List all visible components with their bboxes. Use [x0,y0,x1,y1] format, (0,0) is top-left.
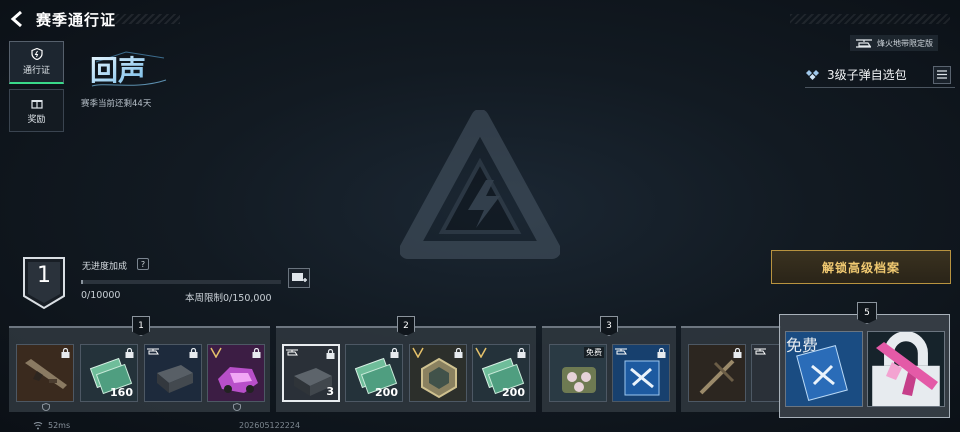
tab-rewards-label: 奖励 [27,114,46,125]
reward-card-partial[interactable] [751,344,781,402]
reward-card-vehicle[interactable] [207,344,265,402]
tab-rewards[interactable]: 奖励 [9,89,64,132]
lock-icon [189,348,198,358]
ping-text: 52ms [48,421,71,430]
decorative-stripe [110,14,180,24]
helicopter-icon [754,348,766,355]
reward-card-ticket[interactable]: 160 [80,344,138,402]
reward-card-gear[interactable]: 免费 [549,344,607,402]
unlock-premium-button[interactable]: 解锁高级档案 [771,250,951,284]
edition-tag: 烽火地带限定版 [850,35,938,51]
shield-badge-icon [233,403,241,411]
delta-emblem-icon [400,110,560,259]
medal-icon [421,357,457,399]
shield-badge-icon [42,403,50,411]
pass-shield-icon [30,48,43,60]
lock-icon [454,348,463,358]
boost-status: 无进度加成 [82,262,128,272]
boost-card-icon [292,273,307,282]
back-arrow-icon[interactable] [8,9,28,29]
crossbow-icon [699,359,735,395]
diamond-cluster-icon [806,69,819,80]
reward-card-case[interactable] [144,344,202,402]
season-logo: 回声 [90,51,167,87]
page-title: 赛季通行证 [36,11,117,29]
lock-icon [61,348,70,358]
help-icon[interactable]: ? [137,258,149,270]
reward-quantity: 200 [502,386,525,399]
edition-label: 烽火地带限定版 [877,38,933,48]
list-icon[interactable] [933,65,951,84]
progress-text: 0/10000 [81,290,121,301]
featured-card-blue[interactable]: 免费 [785,331,863,407]
weapon-card-icon [796,344,848,402]
rifle-icon [25,359,67,389]
tab-pass-label: 通行证 [22,66,50,76]
weekly-limit-text: 本周限制0/150,000 [185,293,272,304]
gift-icon [30,99,43,109]
build-id-text: 202605122224 [239,421,301,430]
decorative-stripe [790,14,950,24]
boost-card-button[interactable] [288,268,310,288]
lock-icon [733,348,742,358]
season-remaining-text: 赛季当前还剩44天 [81,99,152,109]
case-icon [157,365,193,393]
reward-card-rifle[interactable] [16,344,74,402]
lock-icon [252,348,261,358]
lock-icon [517,348,526,358]
reward-quantity: 3 [326,385,334,398]
lock-icon [390,348,399,358]
lock-icon [326,349,335,359]
ammo-pack-selector[interactable]: 3级子弹自选包 [805,62,955,88]
gear-bag-icon [562,367,596,393]
reward-card-medal[interactable] [409,344,467,402]
level-number: 1 [37,263,51,288]
wifi-icon [33,422,43,430]
reward-card-ticket[interactable]: 200 [345,344,403,402]
featured-card-gun[interactable] [867,331,945,407]
lock-icon [657,348,666,358]
reward-card-blue[interactable] [612,344,670,402]
reward-card-ticket[interactable]: 200 [472,344,530,402]
free-label: 免费 [584,347,604,358]
reward-card-crate[interactable]: 3 [282,344,340,402]
pink-gun-icon [876,342,938,396]
reward-card-crossbow[interactable] [688,344,746,402]
helicopter-icon [856,39,872,48]
reward-quantity: 200 [375,386,398,399]
weapon-card-icon [624,360,660,396]
progress-bar [81,280,281,284]
tab-pass[interactable]: 通行证 [9,41,64,84]
lock-icon [125,348,134,358]
svg-text:回声: 回声 [90,54,146,87]
ammo-pack-label: 3级子弹自选包 [827,68,907,82]
reward-quantity: 160 [110,386,133,399]
pink-vehicle-icon [218,367,258,393]
